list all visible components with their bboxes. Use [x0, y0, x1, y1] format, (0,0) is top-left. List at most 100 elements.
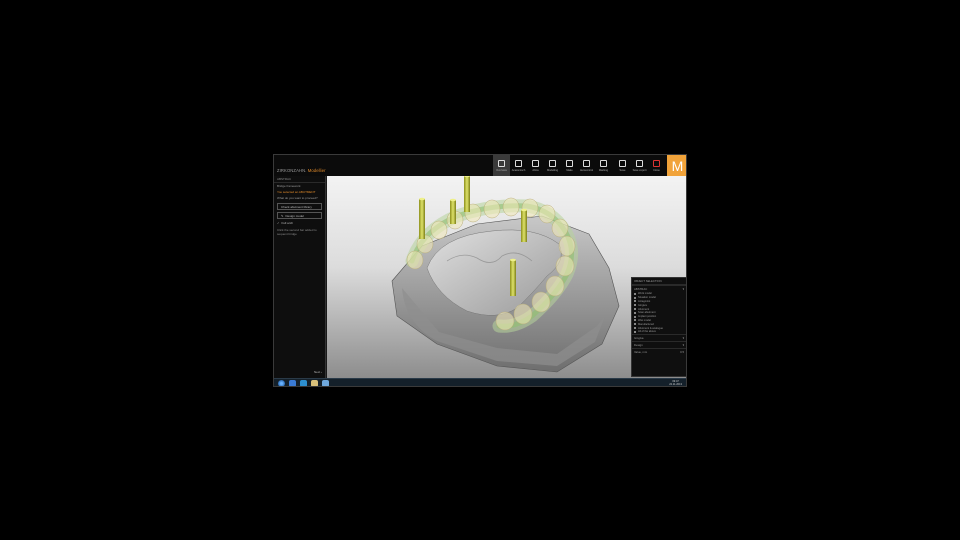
save-button[interactable]: Save [614, 155, 631, 176]
tooth [483, 199, 501, 219]
close-label: Close [653, 168, 660, 172]
implant-post[interactable] [419, 199, 425, 239]
modelling-icon [549, 159, 556, 167]
save-icon [619, 159, 626, 167]
app-brand: ZIRKONZAHN. [277, 168, 307, 173]
implant-post[interactable] [464, 176, 470, 212]
visibility-icon [634, 323, 636, 326]
marking-label: Marking [598, 168, 609, 172]
browser-icon[interactable] [289, 380, 296, 386]
visibility-icon [634, 292, 636, 295]
tooth [558, 235, 576, 257]
tooth [430, 220, 448, 240]
frame-icon [583, 159, 590, 167]
implant-post[interactable] [521, 210, 527, 242]
implant-post[interactable] [510, 260, 516, 296]
right-panel-section-label: ABSTRAC [634, 287, 648, 291]
visibility-icon [634, 311, 636, 314]
make-button[interactable]: Make [561, 155, 578, 176]
tooth [538, 204, 556, 224]
save-export-button[interactable]: Save export [631, 155, 648, 176]
object-list: Work model Situation model Antagonist Gi… [632, 292, 686, 334]
clock-date: 22.11.2013 [669, 383, 682, 387]
make-label: Make [566, 168, 573, 172]
object-item-label: Situation model [638, 296, 656, 300]
taskbar: 09:47 22.11.2013 [274, 378, 686, 386]
check-library-label: Check abutment library [281, 204, 312, 209]
arrow-up-icon [532, 159, 539, 167]
marking-icon [600, 159, 607, 167]
chevron-down-icon: ▾ [682, 287, 684, 291]
app-product: Modellier [307, 168, 326, 173]
tooth [513, 303, 533, 325]
visibility-icon [634, 296, 636, 299]
app-logo: M [667, 155, 686, 176]
value-row: Value, mm 0.5 [632, 347, 686, 355]
implant-post-top [450, 198, 456, 202]
top-toolbar: ZIRKONZAHN. Modellier Overview Anatomisc… [274, 155, 686, 176]
design-section-label: Design [634, 342, 643, 347]
left-panel: ABSTRAC Bridge framework You selected an… [274, 176, 326, 378]
full-arch-checkbox[interactable]: ✓ Full arch [277, 221, 322, 225]
object-item-label: Wax model [638, 318, 651, 322]
tool-group: Overview Anatomisch Abtra Modelling Make… [493, 155, 612, 176]
tooth [406, 250, 424, 270]
network-icon[interactable] [322, 380, 329, 386]
value-field[interactable]: 0.5 [680, 350, 684, 354]
chevron-down-icon: ▾ [682, 335, 684, 340]
object-item-label: Implant position [638, 315, 657, 319]
right-panel: OBJECT SELECTION ABSTRAC ▾ Work model Si… [631, 277, 686, 377]
save-label: Save [619, 168, 626, 172]
implant-post[interactable] [450, 200, 456, 224]
clock[interactable]: 09:47 22.11.2013 [669, 380, 682, 386]
tooth [551, 218, 569, 238]
gingiva-section[interactable]: Gingiva ▾ [632, 333, 686, 341]
save-export-label: Save export [632, 168, 647, 172]
object-item-label: Antagonist [638, 299, 651, 303]
overview-label: Overview [496, 168, 507, 172]
next-button[interactable]: Next › [314, 370, 322, 374]
implant-post-top [521, 208, 527, 212]
visibility-icon [634, 315, 636, 318]
abtra-button[interactable]: Abtra [527, 155, 544, 176]
value-label: Value, mm [634, 349, 648, 354]
object-item-label: Manufactured [638, 322, 654, 326]
chevron-down-icon: ▾ [682, 342, 684, 347]
implant-post-top [419, 197, 425, 201]
right-panel-section[interactable]: ABSTRAC ▾ [632, 285, 686, 292]
design-model-label: Design model [285, 213, 304, 218]
anatomic-label: Anatomisch [511, 168, 526, 172]
media-icon[interactable] [300, 380, 307, 386]
tooth [502, 197, 520, 217]
tooth-icon [515, 159, 522, 167]
tooth [555, 255, 575, 277]
make-icon [566, 159, 573, 167]
anatomic-button[interactable]: Anatomisch [510, 155, 527, 176]
left-panel-header: ABSTRAC [274, 176, 325, 183]
autocontrol-button[interactable]: Autocontrol [578, 155, 595, 176]
tooth [495, 311, 515, 331]
object-item-label: All of the above [638, 330, 656, 334]
overview-button[interactable]: Overview [493, 155, 510, 176]
close-icon [653, 159, 660, 167]
gingiva-section-label: Gingiva [634, 335, 644, 340]
check-icon: ✓ [277, 221, 280, 225]
design-section[interactable]: Design ▾ [632, 340, 686, 348]
visibility-icon [634, 308, 636, 311]
start-button-icon[interactable] [278, 380, 285, 386]
application-window: ZIRKONZAHN. Modellier Overview Anatomisc… [273, 154, 687, 387]
tooth [545, 275, 565, 297]
left-panel-question: What do you want to proceed? [277, 196, 318, 200]
save-export-icon [636, 159, 643, 167]
tooth [531, 291, 551, 313]
abtra-label: Abtra [532, 168, 539, 172]
check-library-button[interactable]: Check abutment library [277, 203, 322, 210]
marking-button[interactable]: Marking [595, 155, 612, 176]
folder-icon[interactable] [311, 380, 318, 386]
modelling-button[interactable]: Modelling [544, 155, 561, 176]
design-model-button[interactable]: ✎ Design model [277, 212, 322, 219]
left-panel-note: Click the second bar added to sequent br… [277, 228, 317, 236]
visibility-icon [634, 319, 636, 322]
close-button[interactable]: Close [648, 155, 665, 176]
visibility-icon [634, 304, 636, 307]
